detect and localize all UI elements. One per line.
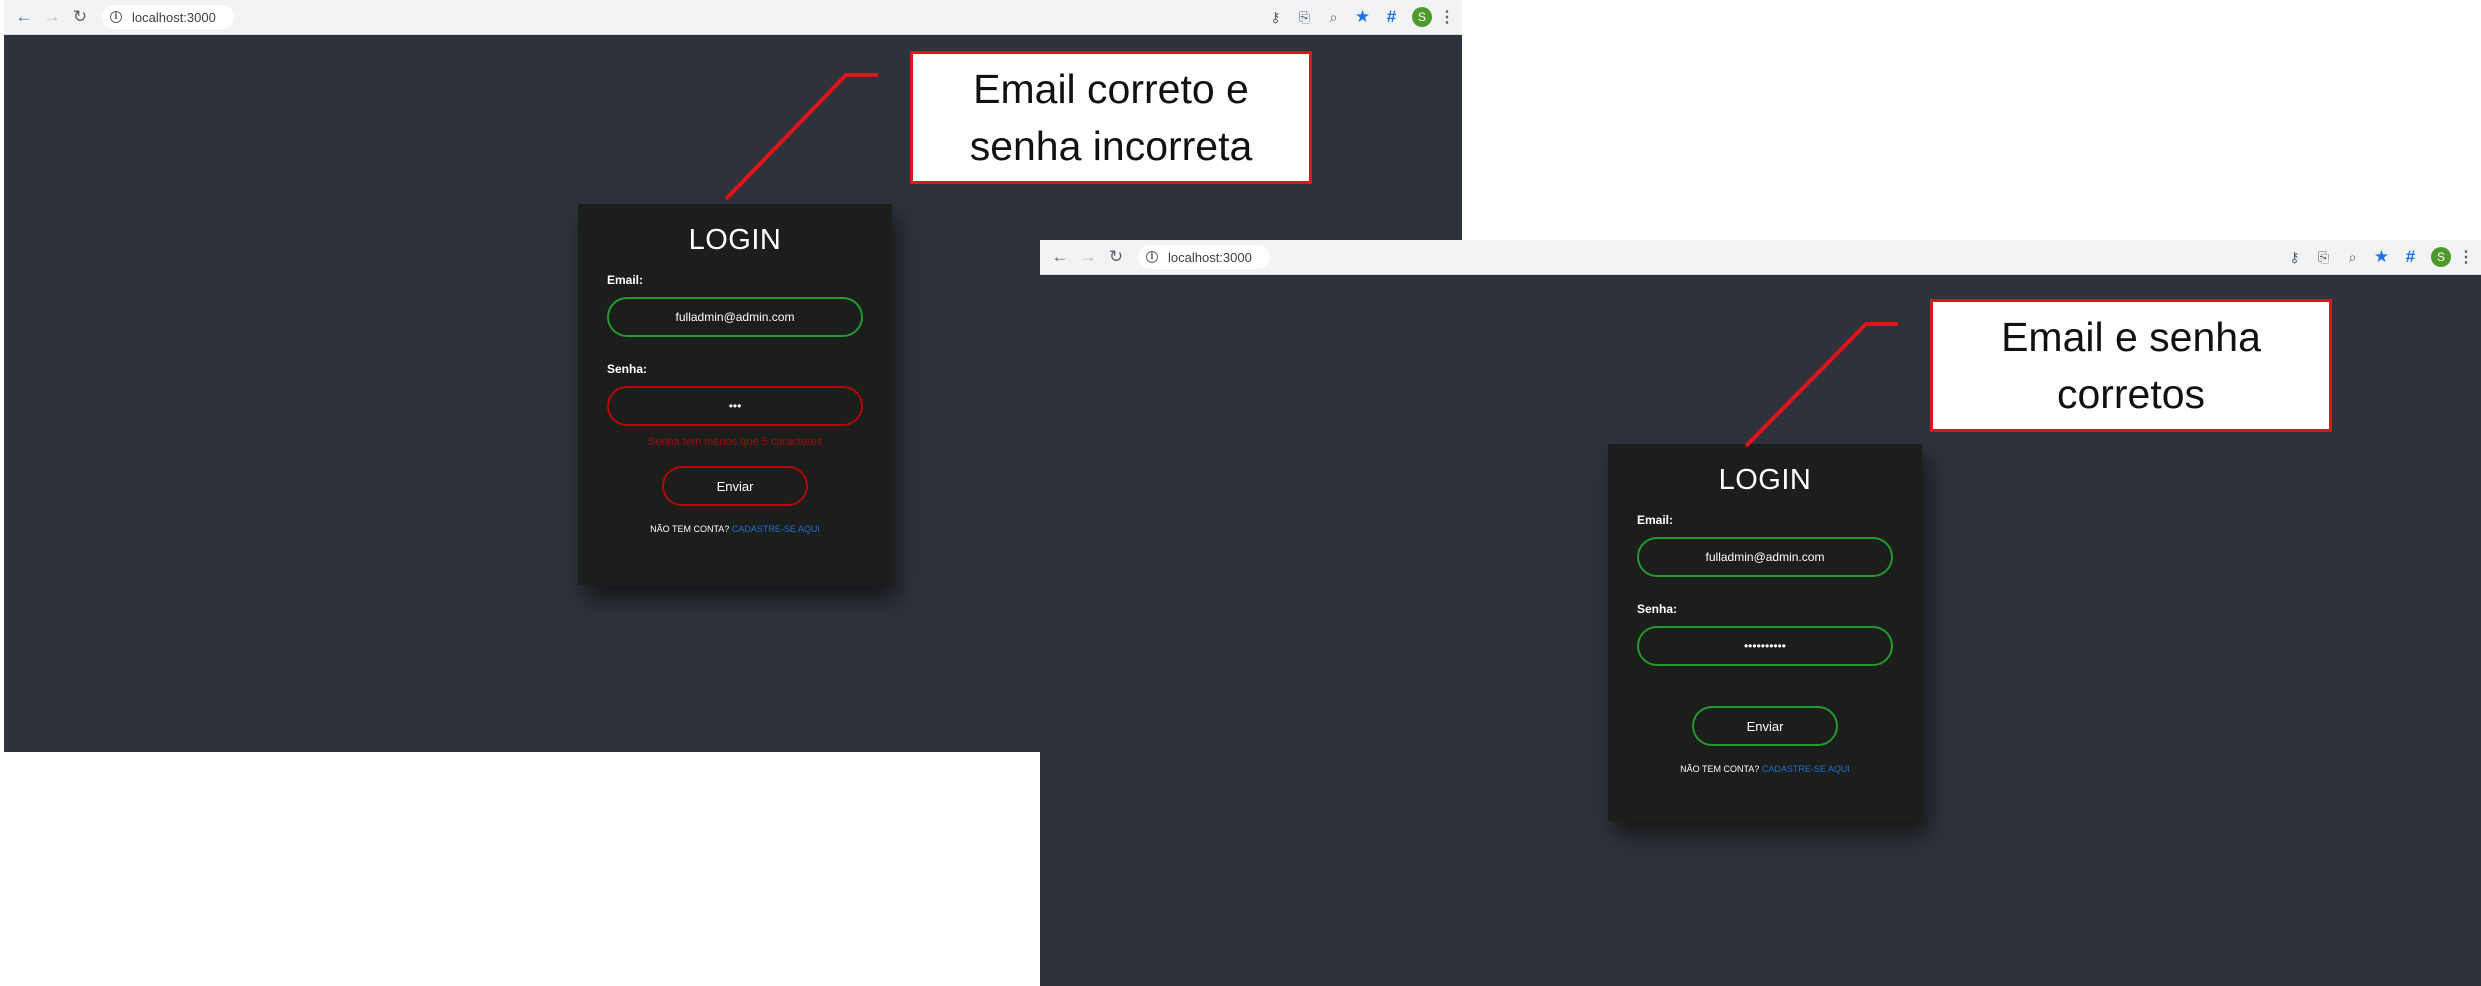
login-card: LOGIN Email: Senha: Senha tem menos que … [578, 204, 892, 585]
zoom-icon[interactable]: ⌕ [2338, 249, 2367, 266]
password-label: Senha: [1637, 602, 1678, 616]
callout-correct-credentials: Email e senha corretos [1930, 299, 2332, 432]
signup-link[interactable]: CADASTRE-SE AQUI [732, 524, 820, 534]
forward-arrow-icon[interactable]: → [38, 7, 66, 27]
zoom-icon[interactable]: ⌕ [1319, 9, 1348, 26]
submit-button[interactable]: Enviar [1692, 706, 1838, 746]
forward-arrow-icon[interactable]: → [1074, 247, 1102, 267]
bookmark-star-icon[interactable]: ★ [1348, 7, 1377, 27]
signup-prompt: NÃO TEM CONTA? CADASTRE-SE AQUI [1637, 764, 1893, 774]
info-icon[interactable]: i [1146, 251, 1158, 263]
browser-toolbar: ← → ↻ i localhost:3000 ⚷ ⎘ ⌕ ★ # S ⋮ [1040, 240, 2481, 275]
profile-avatar[interactable]: S [2431, 247, 2451, 267]
callout-line-1: Email e senha [2001, 313, 2261, 360]
email-field[interactable] [1637, 537, 1893, 577]
menu-kebab-icon[interactable]: ⋮ [1438, 7, 1456, 27]
browser-toolbar: ← → ↻ i localhost:3000 ⚷ ⎘ ⌕ ★ # S ⋮ [4, 0, 1462, 35]
address-bar[interactable]: i localhost:3000 [1138, 245, 1270, 269]
password-label: Senha: [607, 362, 648, 376]
password-field[interactable] [607, 386, 863, 426]
email-label: Email: [607, 273, 644, 287]
password-field[interactable] [1637, 626, 1893, 666]
back-arrow-icon[interactable]: ← [10, 7, 38, 27]
profile-avatar[interactable]: S [1412, 7, 1432, 27]
signup-link[interactable]: CADASTRE-SE AQUI [1762, 764, 1850, 774]
translate-icon[interactable]: ⎘ [2309, 249, 2338, 266]
key-icon[interactable]: ⚷ [2280, 249, 2309, 266]
menu-kebab-icon[interactable]: ⋮ [2457, 247, 2475, 267]
reload-icon[interactable]: ↻ [66, 7, 94, 27]
url-text: localhost:3000 [1168, 249, 1252, 265]
bookmark-star-icon[interactable]: ★ [2367, 247, 2396, 267]
callout-line-2: corretos [2056, 370, 2206, 417]
callout-line-2: senha incorreta [969, 122, 1253, 169]
key-icon[interactable]: ⚷ [1261, 9, 1290, 26]
email-label: Email: [1637, 513, 1674, 527]
callout-line-1: Email correto e [973, 65, 1249, 112]
password-error-message: Senha tem menos que 5 caracteres [647, 436, 823, 448]
signup-prompt-text: NÃO TEM CONTA? [1680, 764, 1760, 774]
login-title: LOGIN [1718, 464, 1812, 496]
info-icon[interactable]: i [110, 11, 122, 23]
translate-icon[interactable]: ⎘ [1290, 9, 1319, 26]
reload-icon[interactable]: ↻ [1102, 247, 1130, 267]
back-arrow-icon[interactable]: ← [1046, 247, 1074, 267]
signup-prompt: NÃO TEM CONTA? CADASTRE-SE AQUI [607, 524, 863, 534]
signup-prompt-text: NÃO TEM CONTA? [650, 524, 730, 534]
address-bar[interactable]: i localhost:3000 [102, 5, 234, 29]
url-text: localhost:3000 [132, 9, 216, 25]
callout-incorrect-password: Email correto e senha incorreta [910, 51, 1312, 184]
email-field[interactable] [607, 297, 863, 337]
submit-button[interactable]: Enviar [662, 466, 808, 506]
extension-hash-icon[interactable]: # [1377, 7, 1406, 27]
extension-hash-icon[interactable]: # [2396, 247, 2425, 267]
login-card: LOGIN Email: Senha: Enviar NÃO TEM CONTA… [1608, 444, 1922, 821]
login-title: LOGIN [688, 224, 782, 256]
